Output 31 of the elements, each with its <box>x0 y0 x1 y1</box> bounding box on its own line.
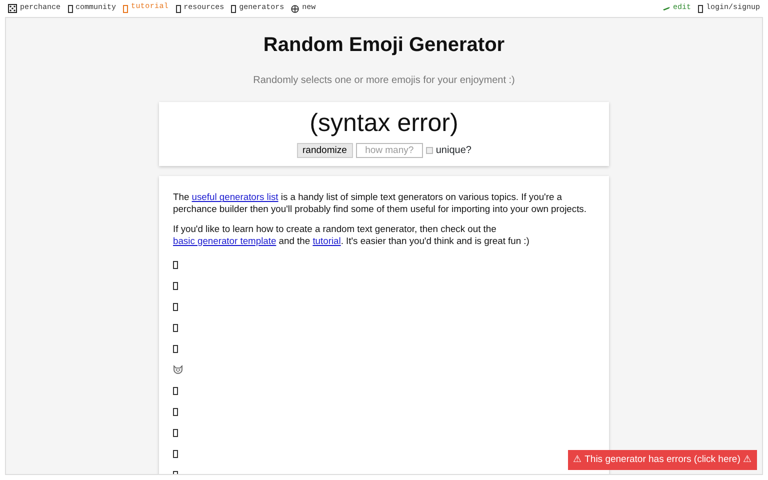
missing-glyph-icon <box>173 282 178 290</box>
missing-glyph-icon <box>176 4 181 12</box>
error-notice[interactable]: ⚠ This generator has errors (click here) ⚠ <box>568 450 757 470</box>
output-text: (syntax error) <box>310 108 458 138</box>
page-title: Random Emoji Generator <box>263 33 505 58</box>
missing-glyph-icon <box>68 4 73 12</box>
randomize-button[interactable]: randomize <box>296 143 353 158</box>
missing-glyph-icon <box>173 428 178 437</box>
text-link[interactable]: basic generator template <box>173 234 276 246</box>
missing-glyph-icon <box>173 260 178 269</box>
missing-glyph-icon <box>173 408 178 416</box>
text-link[interactable]: useful generators list <box>192 191 278 202</box>
info-paragraph: The useful generators list is a handy list of simple text generators on various topics. If you're a perchance builder then you'll probably find some of them useful for importing into your own projects. <box>173 191 588 215</box>
missing-glyph-icon <box>173 324 178 332</box>
missing-glyph-icon <box>698 4 703 12</box>
missing-glyph-icon <box>173 450 178 458</box>
text-link[interactable]: tutorial <box>312 234 341 246</box>
dice-icon <box>8 4 17 13</box>
globe-icon <box>291 4 300 12</box>
missing-glyph-icon <box>173 386 178 395</box>
page-subtitle: Randomly selects one or more emojis for your enjoyment :) <box>253 74 515 88</box>
count-field[interactable]: how many? <box>356 143 423 158</box>
missing-glyph-icon <box>173 302 178 311</box>
checkbox-label: unique? <box>436 144 472 158</box>
missing-glyph-icon <box>123 4 128 12</box>
unique-checkbox[interactable] <box>426 147 433 154</box>
cat-face-icon <box>173 365 183 374</box>
info-paragraph: If you'd like to learn how to create a random text generator, then check out the basic generator template and the tutorial. It's easier than you'd think and is great fun :) <box>173 222 530 246</box>
missing-glyph-icon <box>173 344 178 353</box>
pencil-icon <box>662 6 670 11</box>
missing-glyph-icon <box>231 4 236 12</box>
